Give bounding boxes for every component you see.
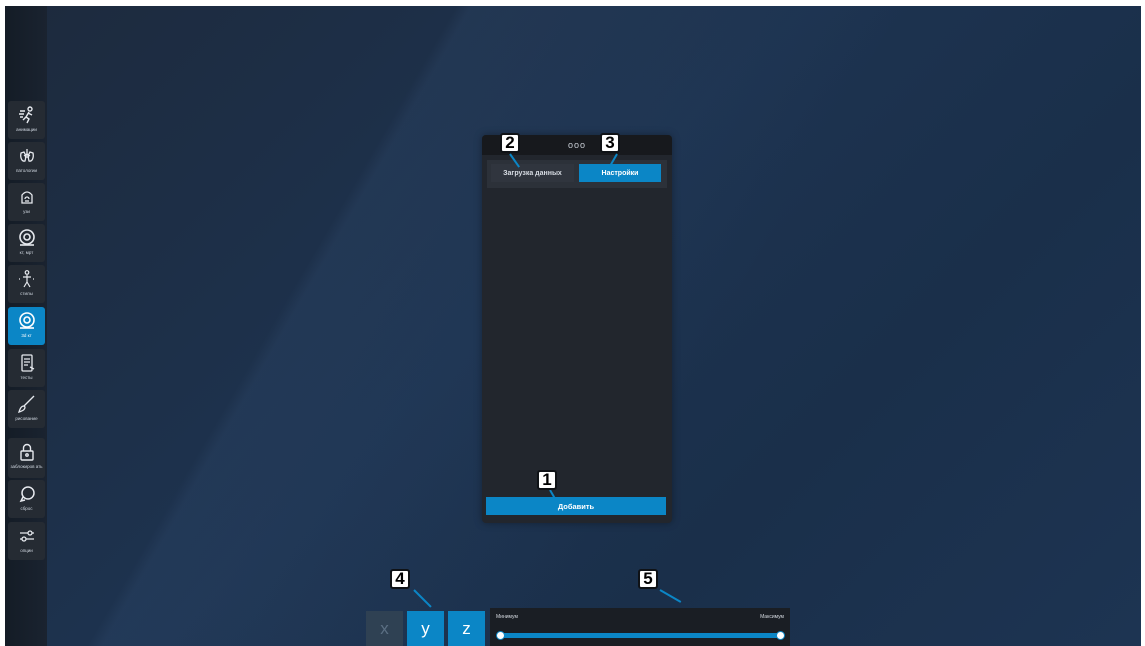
axis-x-button[interactable]: x: [366, 611, 403, 646]
sliders-icon: [19, 530, 34, 542]
sidebar-item-lock[interactable]: заблокиров ать: [8, 438, 45, 478]
lock-icon: [19, 443, 34, 461]
range-slider-panel: Минимум Максимум: [490, 608, 790, 646]
slider-max-handle[interactable]: [775, 631, 785, 640]
add-button[interactable]: Добавить: [486, 497, 666, 515]
data-panel: ооо Загрузка данных Настройки Добавить: [482, 135, 672, 523]
sidebar-item-animations[interactable]: анимации: [8, 101, 45, 139]
sidebar-item-reset[interactable]: сброс: [8, 480, 45, 518]
reset-arrow-icon: [19, 486, 35, 503]
sidebar: анимации патологии узи кт, мрт стилы 3d …: [5, 6, 47, 646]
callout-2: 2: [500, 133, 520, 153]
axis-z-button[interactable]: z: [448, 611, 485, 646]
sidebar-item-stils[interactable]: стилы: [8, 265, 45, 303]
organs-icon: [19, 149, 34, 162]
clipboard-test-icon: [20, 354, 34, 372]
sidebar-item-label: патологии: [15, 168, 38, 173]
skeleton-figure-icon: [18, 270, 35, 288]
slider-track[interactable]: [500, 633, 780, 638]
slider-min-handle[interactable]: [495, 631, 505, 640]
callout-line-4: [413, 589, 432, 608]
sidebar-item-pathologies[interactable]: патологии: [8, 142, 45, 180]
panel-tabs: Загрузка данных Настройки: [487, 160, 667, 188]
sidebar-item-label: кт, мрт: [19, 250, 34, 255]
sidebar-item-label: анимации: [16, 127, 37, 132]
running-figure-icon: [18, 106, 33, 124]
brush-icon: [17, 395, 34, 414]
sidebar-item-options[interactable]: опции: [8, 522, 45, 560]
sidebar-item-label: стилы: [20, 291, 33, 296]
callout-line-5: [659, 589, 682, 603]
sidebar-item-label: рисование: [15, 416, 38, 421]
callout-5: 5: [638, 569, 658, 589]
sidebar-item-label: 3d кт: [21, 333, 32, 338]
callout-3: 3: [600, 133, 620, 153]
sidebar-item-ultrasound[interactable]: узи: [8, 183, 45, 221]
slider-max-label: Максимум: [760, 614, 784, 620]
tab-settings[interactable]: Настройки: [579, 164, 661, 182]
sidebar-item-label: узи: [23, 209, 30, 214]
sidebar-item-tests[interactable]: тесты: [8, 349, 45, 387]
ct-3d-icon: [18, 312, 35, 329]
ultrasound-probe-icon: [20, 191, 33, 204]
tab-data-loading[interactable]: Загрузка данных: [491, 164, 574, 182]
sidebar-item-label: сброс: [20, 506, 33, 511]
sidebar-item-label: тесты: [20, 375, 33, 380]
sidebar-item-ct-mri[interactable]: кт, мрт: [8, 224, 45, 262]
slider-min-label: Минимум: [496, 614, 518, 620]
axis-y-button[interactable]: y: [407, 611, 444, 646]
callout-1: 1: [537, 470, 557, 490]
sidebar-item-3d-ct[interactable]: 3d кт: [8, 307, 45, 345]
menu-dots-icon[interactable]: ооо: [568, 140, 586, 150]
sidebar-item-label: опции: [20, 548, 33, 553]
sidebar-item-drawing[interactable]: рисование: [8, 390, 45, 428]
app-screen: анимации патологии узи кт, мрт стилы 3d …: [5, 6, 1141, 646]
callout-4: 4: [390, 569, 410, 589]
sidebar-item-label: заблокиров ать: [10, 464, 43, 469]
ct-scanner-icon: [18, 229, 35, 246]
